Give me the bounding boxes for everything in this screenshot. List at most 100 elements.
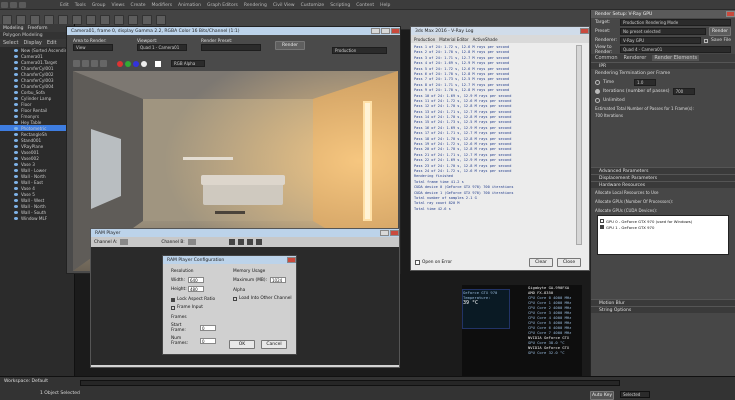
close-button[interactable] [391, 28, 400, 34]
visibility-icon[interactable] [14, 180, 18, 184]
devices-list[interactable]: GPU 0 - GeForce GTX 970 (used for Window… [597, 215, 729, 255]
lock-aspect-checkbox[interactable] [171, 297, 175, 302]
unlimited-radio[interactable] [595, 98, 600, 103]
ram-min-button[interactable] [380, 230, 389, 236]
log-scrollbar[interactable] [576, 45, 582, 245]
visibility-icon[interactable] [14, 204, 18, 208]
tab-material-editor[interactable]: Material Editor [439, 37, 468, 42]
displacement-section[interactable]: Displacement Parameters [591, 174, 735, 181]
log-clear-button[interactable]: Clear [529, 258, 553, 267]
visibility-icon[interactable] [14, 186, 18, 190]
motion-blur-section[interactable]: Motion Blur [591, 299, 735, 306]
forward-icon[interactable] [255, 239, 262, 245]
visibility-icon[interactable] [14, 168, 18, 172]
material-editor-icon[interactable] [114, 14, 124, 25]
viewport-select[interactable]: Quad 1 - Camera01 [137, 44, 187, 51]
ram-close-button[interactable] [390, 230, 399, 236]
visibility-icon[interactable] [14, 174, 18, 178]
menu-views[interactable]: Views [112, 3, 125, 8]
load-other-checkbox[interactable] [233, 296, 237, 301]
select-icon[interactable] [2, 14, 12, 25]
snap-icon[interactable] [58, 14, 68, 25]
explorer-edit[interactable]: Edit [47, 40, 57, 46]
time-radio[interactable] [595, 80, 600, 85]
redo-icon[interactable] [10, 1, 17, 8]
vfb-titlebar[interactable]: Camera01, frame 0, display Gamma 2.2, RG… [67, 27, 400, 35]
visibility-icon[interactable] [14, 48, 18, 52]
red-channel-icon[interactable] [117, 60, 123, 67]
selected-select[interactable]: Selected [620, 391, 650, 398]
ram-config-close[interactable] [287, 257, 296, 263]
tab-renderer[interactable]: Renderer [624, 55, 647, 61]
ram-config-titlebar[interactable]: RAM Player Configuration [163, 256, 296, 264]
render-setup-titlebar[interactable]: Render Setup: V-Ray GPU [591, 10, 735, 18]
tab-activeshade[interactable]: ActiveShade [473, 37, 498, 42]
maximize-button[interactable] [381, 28, 390, 34]
visibility-icon[interactable] [14, 102, 18, 106]
device-1-checkbox[interactable] [600, 225, 604, 229]
render-teapot-icon[interactable] [156, 14, 166, 25]
polygon-modeling-label[interactable]: Polygon Modeling [0, 32, 74, 39]
explorer-item[interactable]: Window MLF [0, 215, 74, 221]
green-channel-icon[interactable] [125, 60, 131, 67]
height-field[interactable]: 480 [188, 286, 204, 292]
iterations-radio[interactable] [595, 89, 600, 94]
vfb-render-button[interactable]: Render [275, 40, 305, 50]
string-options-section[interactable]: String Options [591, 306, 735, 313]
visibility-icon[interactable] [14, 210, 18, 214]
link-icon[interactable] [19, 1, 26, 8]
device-0-checkbox[interactable] [600, 219, 604, 223]
menu-help[interactable]: Help [380, 3, 390, 8]
menu-group[interactable]: Group [92, 3, 106, 8]
visibility-icon[interactable] [14, 90, 18, 94]
minimize-button[interactable] [371, 28, 380, 34]
visibility-icon[interactable] [14, 216, 18, 220]
color-mode-select[interactable]: RGB Alpha [171, 60, 205, 67]
device-1[interactable]: GPU 1 - GeForce GTX 970 [600, 224, 726, 230]
visibility-icon[interactable] [14, 156, 18, 160]
mirror-icon[interactable] [72, 14, 82, 25]
visibility-icon[interactable] [14, 150, 18, 154]
menu-graph-editors[interactable]: Graph Editors [207, 3, 238, 8]
hardware-section[interactable]: Hardware Resources [591, 181, 735, 188]
visibility-icon[interactable] [14, 120, 18, 124]
render-frame-icon[interactable] [142, 14, 152, 25]
iterations-field[interactable]: 700 [672, 88, 695, 95]
advanced-section[interactable]: Advanced Parameters [591, 167, 735, 174]
tab-render-elements[interactable]: Render Elements [652, 55, 700, 61]
timeline-slider[interactable] [80, 380, 620, 386]
log-titlebar[interactable]: 3ds Max 2016 - V-Ray Log [411, 27, 589, 35]
cancel-button[interactable]: Cancel [261, 340, 287, 349]
visibility-icon[interactable] [14, 54, 18, 58]
frame-input-checkbox[interactable] [171, 305, 175, 310]
num-frames-field[interactable]: 0 [200, 338, 216, 344]
tab-modeling[interactable]: Modeling [3, 26, 23, 31]
rewind-icon[interactable] [228, 239, 235, 245]
menu-rendering[interactable]: Rendering [244, 3, 267, 8]
menu-customize[interactable]: Customize [301, 3, 325, 8]
visibility-icon[interactable] [14, 78, 18, 82]
visibility-icon[interactable] [14, 96, 18, 100]
ok-button[interactable]: OK [229, 340, 255, 349]
save-file-checkbox[interactable] [703, 38, 708, 43]
menu-animation[interactable]: Animation [178, 3, 201, 8]
visibility-icon[interactable] [14, 84, 18, 88]
clone-icon[interactable] [82, 60, 89, 67]
width-field[interactable]: 640 [188, 277, 204, 283]
rpreset-select[interactable]: No preset selected [620, 28, 706, 35]
preset-select[interactable] [201, 44, 261, 51]
tab-common[interactable]: Common [595, 55, 618, 61]
log-close-button[interactable]: Close [557, 258, 581, 267]
menu-create[interactable]: Create [131, 3, 146, 8]
start-frame-field[interactable]: 0 [200, 325, 216, 331]
undo-icon[interactable] [1, 1, 8, 8]
open-a-icon[interactable] [120, 239, 129, 245]
visibility-icon[interactable] [14, 72, 18, 76]
alpha-channel-icon[interactable] [141, 60, 147, 67]
visibility-icon[interactable] [14, 60, 18, 64]
menu-civil-view[interactable]: Civil View [273, 3, 295, 8]
workspace-label[interactable]: Workspace: Default [4, 379, 48, 384]
production-select[interactable]: Production [332, 47, 387, 54]
renderer-select[interactable]: V-Ray GPU [620, 37, 701, 44]
menu-tools[interactable]: Tools [75, 3, 86, 8]
